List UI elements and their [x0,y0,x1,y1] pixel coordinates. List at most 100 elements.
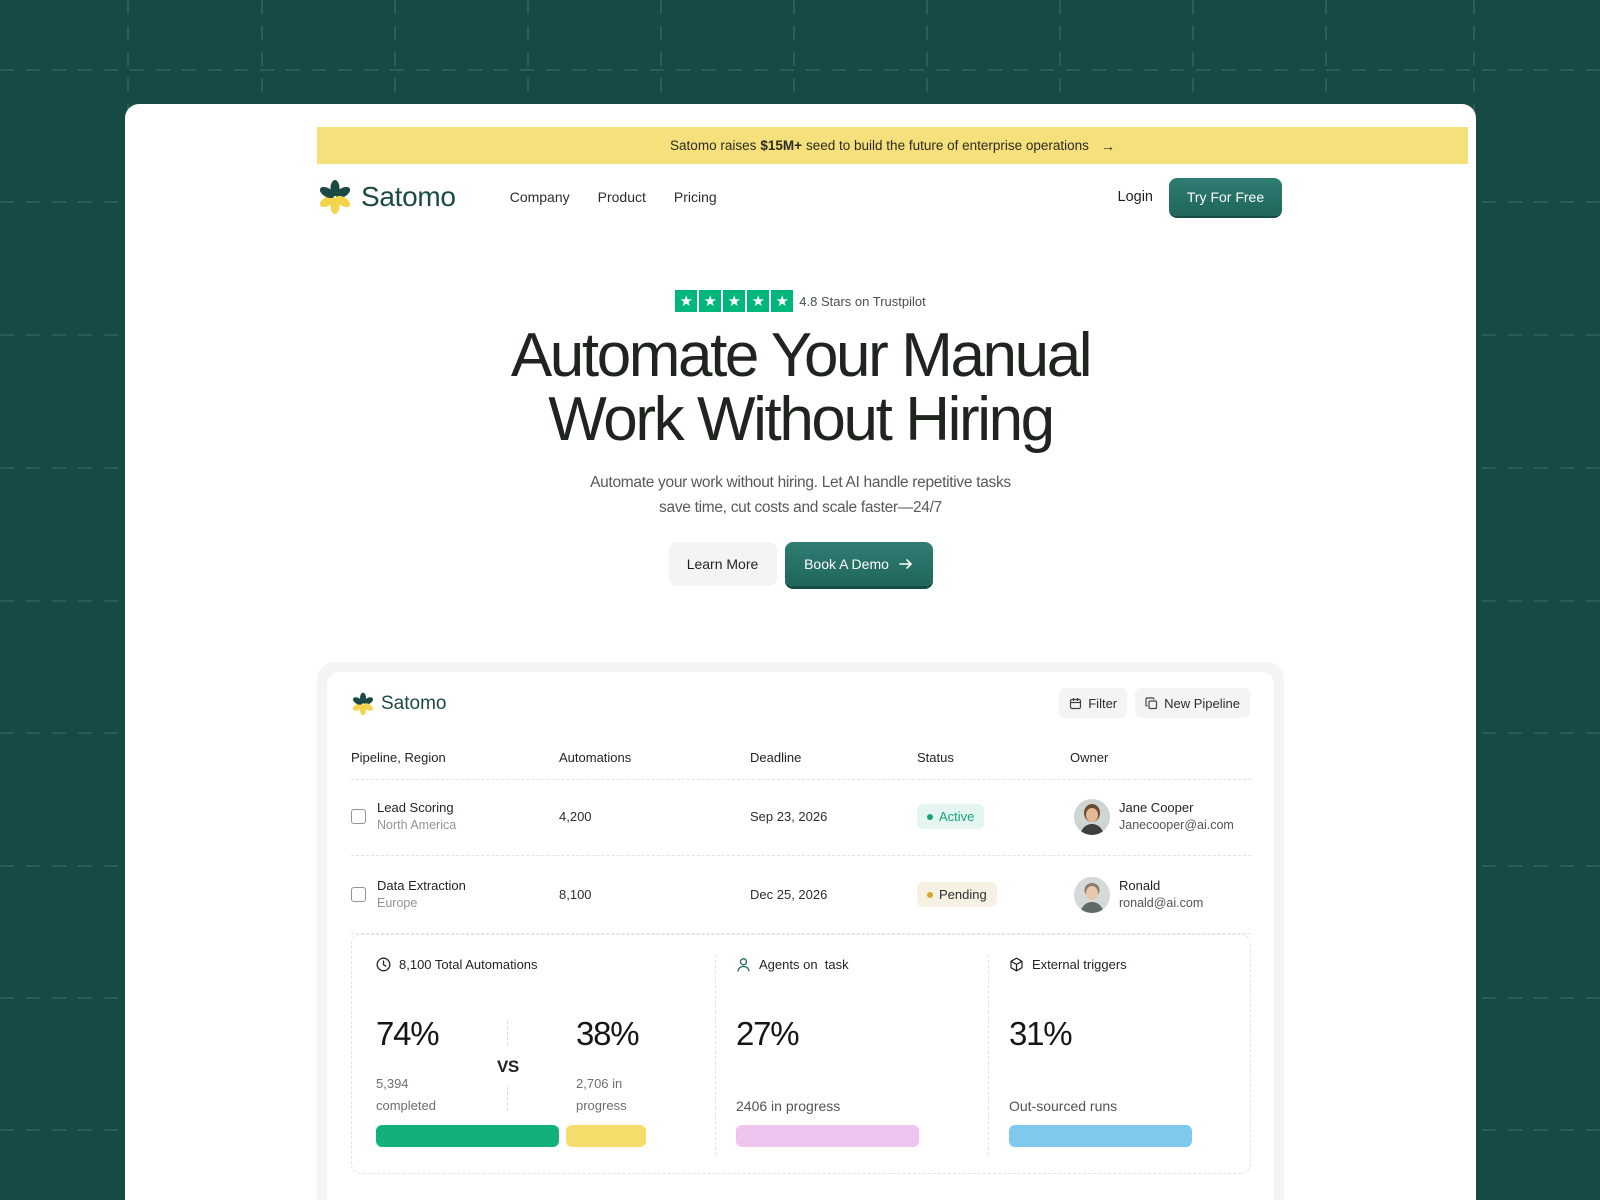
headline-line-1: Automate Your Manual [510,321,1093,390]
stats-panel: 8,100 Total Automations 74% 5,394 comple… [351,934,1251,1174]
pipeline-name: Data Extraction [377,878,466,893]
hero-subtext: Automate your work without hiring. Let A… [125,470,1476,520]
login-link[interactable]: Login [1118,189,1153,205]
in-progress-count: 2,706 in [576,1076,623,1091]
row-checkbox[interactable] [351,887,366,902]
calendar-icon [1070,697,1082,709]
dashboard-actions: Filter New Pipeline [1059,688,1250,718]
status-dot-icon [927,891,933,898]
column-automations[interactable]: Automations [559,750,631,765]
rating-text: 4.8 Stars on Trustpilot [799,293,926,309]
status-badge: Active [917,804,985,829]
dashboard-preview-frame: Satomo Filter New Pipeline Pipeline, Reg… [317,662,1284,1200]
rating-stars: ★ ★ ★ ★ ★ [675,290,794,312]
deadline-date: Sep 23, 2026 [750,809,828,824]
hero-headline: Automate Your Manual Work Without Hiring [125,324,1476,452]
completed-count: 5,394 [376,1076,409,1091]
headline-line-2: Work Without Hiring [548,385,1055,454]
table-row[interactable]: Lead Scoring North America 4,200 Sep 23,… [351,780,1251,856]
agents-percent: 27% [736,1015,800,1052]
star-icon: ★ [747,290,770,312]
copy-icon [1145,696,1158,709]
nav-links: Company Product Pricing [510,189,717,205]
total-automations-header: 8,100 Total Automations [376,957,538,972]
trustpilot-rating: ★ ★ ★ ★ ★ 4.8 Stars on Trustpilot [125,290,1476,312]
new-pipeline-label: New Pipeline [1164,695,1240,711]
brand-logo[interactable]: Satomo [317,179,456,215]
agents-subtext: 2406 in progress [736,1098,841,1114]
agents-header: Agents on task [736,957,849,972]
pipeline-region: Europe [377,896,418,910]
cube-icon [1010,957,1023,972]
table-row[interactable]: Data Extraction Europe 8,100 Dec 25, 202… [351,858,1251,934]
person-avatar-icon [1074,877,1110,913]
nav-link-product[interactable]: Product [598,189,646,205]
external-percent: 31% [1009,1015,1073,1052]
column-deadline[interactable]: Deadline [750,750,801,765]
dashboard-logo: Satomo [351,692,446,716]
nav-link-pricing[interactable]: Pricing [674,189,717,205]
arrow-right-icon: → [1100,137,1115,154]
avatar [1074,799,1110,835]
vs-divider [507,1087,508,1111]
book-demo-button[interactable]: Book A Demo [784,542,933,586]
flower-logo-icon [352,692,374,716]
automations-count: 4,200 [559,809,592,824]
hero-cta-group: Learn More Book A Demo [125,542,1476,586]
column-status[interactable]: Status [917,750,954,765]
external-bar [1009,1125,1192,1147]
star-icon: ★ [675,290,698,312]
column-pipeline-region[interactable]: Pipeline, Region [351,750,446,765]
vs-label: VS [497,1057,519,1076]
arrow-right-icon [899,559,912,569]
banner-text-before: Satomo raises [670,138,757,153]
top-nav: Satomo Company Product Pricing Login Try… [317,176,1282,218]
vs-divider [507,1021,508,1045]
owner-email: ronald@ai.com [1119,896,1204,910]
row-checkbox[interactable] [351,809,366,824]
pipeline-region: North America [377,818,457,832]
nav-link-company[interactable]: Company [510,189,570,205]
agents-bar [736,1125,919,1147]
dashboard-logo-wordmark: Satomo [381,693,447,714]
filter-label: Filter [1088,695,1118,711]
owner-name: Ronald [1119,878,1161,893]
star-icon: ★ [699,290,722,312]
flower-logo-icon [319,180,351,214]
clock-icon [376,957,391,972]
dashboard-preview: Satomo Filter New Pipeline Pipeline, Reg… [327,672,1274,1200]
automations-count: 8,100 [559,887,592,902]
in-progress-label: progress [576,1098,627,1113]
completed-bar [376,1125,559,1147]
completed-label: completed [376,1098,436,1113]
filter-button[interactable]: Filter [1059,688,1128,718]
owner-email: Janecooper@ai.com [1119,818,1234,832]
try-for-free-button[interactable]: Try For Free [1169,178,1282,216]
book-demo-label: Book A Demo [804,556,889,572]
subtext-line-2: save time, cut costs and scale faster—24… [659,499,942,516]
avatar [1074,877,1110,913]
nav-actions: Login Try For Free [1118,178,1282,216]
person-avatar-icon [1074,799,1110,835]
external-triggers-header: External triggers [1009,957,1127,972]
owner-name: Jane Cooper [1119,800,1194,815]
agents-label: Agents on task [759,957,849,972]
pipeline-name: Lead Scoring [377,800,454,815]
user-icon [737,958,750,972]
new-pipeline-button[interactable]: New Pipeline [1135,688,1250,718]
announcement-banner[interactable]: Satomo raises $15M+ seed to build the fu… [317,127,1468,164]
learn-more-button[interactable]: Learn More [668,542,777,586]
external-subtext: Out-sourced runs [1009,1098,1118,1114]
stats-divider [988,955,989,1155]
status-label: Active [939,809,975,824]
landing-page-card: Satomo raises $15M+ seed to build the fu… [125,104,1476,1200]
completed-percent: 74% [376,1015,440,1052]
total-automations-label: 8,100 Total Automations [399,957,538,972]
column-owner[interactable]: Owner [1070,750,1108,765]
deadline-date: Dec 25, 2026 [750,887,828,902]
subtext-line-1: Automate your work without hiring. Let A… [590,474,1011,491]
banner-amount: $15M+ [760,138,802,153]
external-triggers-label: External triggers [1032,957,1127,972]
star-icon: ★ [771,290,794,312]
banner-text-after: seed to build the future of enterprise o… [806,138,1089,153]
